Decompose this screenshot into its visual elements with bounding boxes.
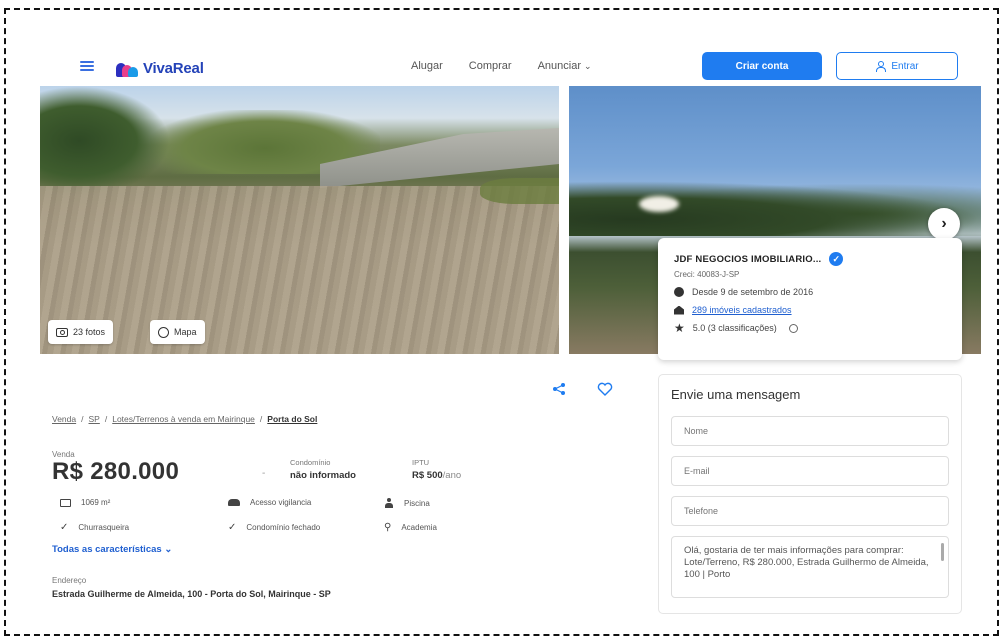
chevron-down-icon: ⌄	[164, 544, 173, 555]
main-nav: Alugar Comprar Anunciar ⌄	[411, 60, 592, 72]
house-icon	[674, 305, 684, 315]
email-field[interactable]	[671, 456, 949, 486]
heart-icon[interactable]	[597, 382, 613, 396]
login-label: Entrar	[891, 60, 919, 72]
message-form-title: Envie uma mensagem	[671, 387, 801, 402]
all-features-link[interactable]: Todas as características ⌄	[52, 544, 172, 555]
agency-since-row: Desde 9 de setembro de 2016	[674, 287, 946, 297]
feature-label: Piscina	[404, 498, 430, 508]
breadcrumb-separator: /	[81, 414, 84, 424]
nav-item-advertise-label: Anunciar	[537, 60, 582, 72]
agency-card: JDF NEGOCIOS IMOBILIARIO... ✓ Creci: 400…	[658, 238, 962, 360]
agency-rating-row: ★ 5.0 (3 classificações)	[674, 321, 946, 335]
listing-address: Estrada Guilherme de Almeida, 100 - Port…	[52, 589, 331, 599]
camera-icon	[56, 327, 68, 337]
agency-since: Desde 9 de setembro de 2016	[692, 287, 814, 297]
textarea-scrollbar[interactable]	[941, 543, 944, 561]
feature-label: Academia	[401, 523, 437, 532]
message-form: Envie uma mensagem Olá, gostaria de ter …	[658, 374, 962, 614]
vivareal-logo-icon	[116, 61, 138, 77]
playground-icon	[384, 498, 394, 508]
breadcrumb-item-state[interactable]: SP	[89, 414, 100, 424]
photos-button[interactable]: 23 fotos	[48, 320, 114, 344]
login-button[interactable]: Entrar	[836, 52, 958, 80]
check-icon: ✓	[60, 521, 69, 533]
agency-listings-row: 289 imóveis cadastrados	[674, 305, 946, 315]
breadcrumb-separator: /	[104, 414, 108, 424]
price-separator: -	[262, 468, 266, 479]
agency-creci: Creci: 40083-J-SP	[674, 270, 740, 279]
all-features-label: Todas as características	[52, 544, 162, 555]
message-textarea[interactable]: Olá, gostaria de ter mais informações pa…	[671, 536, 949, 598]
breadcrumb-separator: /	[259, 414, 263, 424]
iptu-label: IPTU	[412, 458, 430, 467]
feature-item: Acesso vigilancia	[228, 498, 311, 507]
map-button[interactable]: Mapa	[150, 320, 205, 344]
listing-price: R$ 280.000	[52, 458, 180, 485]
map-label: Mapa	[174, 327, 197, 337]
iptu-fee: IPTU R$ 500/ano	[412, 458, 461, 481]
feature-label: Churrasqueira	[78, 523, 130, 532]
chevron-down-icon: ⌄	[584, 61, 592, 71]
nav-item-advertise[interactable]: Anunciar ⌄	[538, 60, 592, 72]
hamburger-menu-icon[interactable]	[80, 61, 94, 71]
feature-item: 1069 m²	[60, 498, 110, 507]
breadcrumb: Venda / SP / Lotes/Terrenos à venda em M…	[52, 414, 317, 424]
feature-item: ✓ Condomínio fechado	[228, 521, 321, 533]
feature-label: Condomínio fechado	[246, 523, 321, 532]
breadcrumb-item-city[interactable]: Lotes/Terrenos à venda em Mairinque	[112, 414, 255, 424]
agency-name: JDF NEGOCIOS IMOBILIARIO...	[674, 253, 822, 265]
feature-item: ⚲ Academia	[384, 521, 437, 533]
feature-item: Piscina	[384, 498, 430, 508]
message-text: Olá, gostaria de ter mais informações pa…	[684, 545, 929, 580]
photo-trees	[569, 181, 981, 236]
star-icon: ★	[674, 321, 685, 335]
photo-trees	[40, 86, 170, 196]
feature-label: Acesso vigilancia	[250, 498, 312, 507]
feature-item: ✓ Churrasqueira	[60, 521, 130, 533]
next-photo-button[interactable]: ›	[928, 208, 960, 240]
security-icon	[228, 499, 240, 506]
area-icon	[60, 498, 71, 507]
info-icon[interactable]	[788, 323, 798, 333]
breadcrumb-item-current[interactable]: Porta do Sol	[267, 414, 317, 424]
logo[interactable]: VivaReal	[116, 60, 204, 77]
nav-item-rent[interactable]: Alugar	[411, 60, 443, 72]
address-label: Endereço	[52, 576, 87, 585]
photo-ground	[40, 186, 559, 354]
condo-fee: Condomínio não informado	[290, 458, 356, 481]
listing-photo-main[interactable]	[40, 86, 559, 354]
photo-cloud	[639, 196, 679, 212]
share-icon[interactable]	[552, 382, 566, 396]
agency-rating: 5.0 (3 classificações)	[692, 323, 777, 333]
iptu-value: R$ 500	[412, 470, 443, 481]
create-account-button[interactable]: Criar conta	[702, 52, 822, 80]
agency-listings-link[interactable]: 289 imóveis cadastrados	[692, 305, 792, 315]
nav-item-buy[interactable]: Comprar	[469, 60, 512, 72]
feature-label: 1069 m²	[81, 498, 111, 507]
iptu-value-row: R$ 500/ano	[412, 470, 461, 481]
calendar-icon	[674, 287, 684, 297]
photo-grass	[480, 178, 559, 204]
agency-name-row[interactable]: JDF NEGOCIOS IMOBILIARIO... ✓	[674, 252, 946, 266]
name-field[interactable]	[671, 416, 949, 446]
map-pin-icon	[158, 326, 169, 338]
verified-badge-icon: ✓	[829, 252, 844, 266]
check-icon: ✓	[228, 521, 237, 533]
dumbbell-icon: ⚲	[384, 521, 392, 533]
condo-value: não informado	[290, 470, 356, 481]
user-icon	[875, 61, 887, 72]
phone-field[interactable]	[671, 496, 949, 526]
breadcrumb-item-sale[interactable]: Venda	[52, 414, 76, 424]
condo-label: Condomínio	[290, 458, 331, 467]
photos-count: 23 fotos	[73, 327, 106, 337]
logo-text: VivaReal	[143, 60, 204, 77]
iptu-unit: /ano	[442, 470, 462, 481]
